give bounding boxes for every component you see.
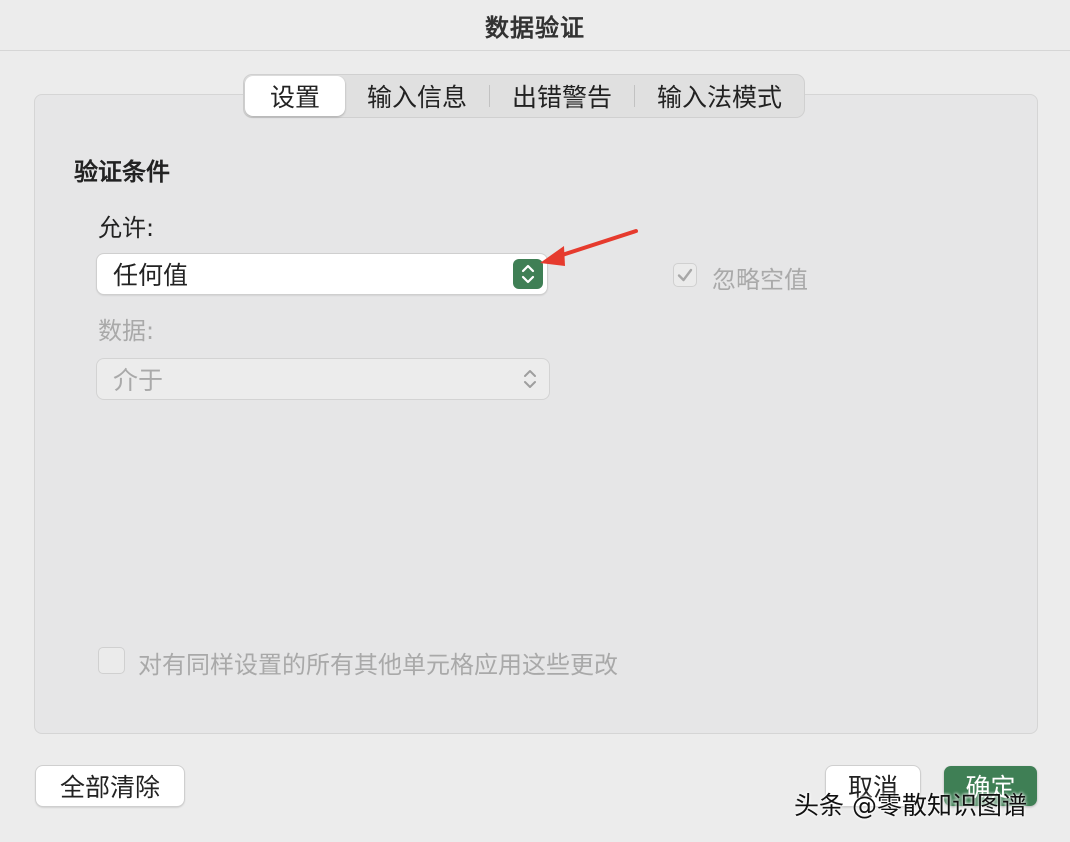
- clear-all-button[interactable]: 全部清除: [36, 766, 184, 806]
- apply-all-label: 对有同样设置的所有其他单元格应用这些更改: [138, 651, 618, 679]
- tab-input-message[interactable]: 输入信息: [345, 76, 489, 116]
- allow-label: 允许:: [98, 214, 155, 242]
- allow-select[interactable]: 任何值: [97, 254, 547, 294]
- tab-error-alert[interactable]: 出错警告: [490, 76, 634, 116]
- annotation-arrow: [540, 229, 638, 266]
- window-title: 数据验证: [0, 0, 1070, 51]
- allow-select-value: 任何值: [113, 261, 189, 290]
- tab-settings[interactable]: 设置: [245, 76, 346, 116]
- checkmark-icon: [677, 268, 693, 282]
- validation-criteria-heading: 验证条件: [74, 158, 170, 186]
- ignore-blank-label: 忽略空值: [712, 266, 808, 294]
- tab-input-method[interactable]: 输入法模式: [635, 76, 804, 116]
- ignore-blank-checkbox[interactable]: [673, 263, 697, 287]
- settings-panel: [34, 94, 1038, 734]
- data-select[interactable]: 介于: [97, 359, 549, 399]
- watermark: 头条 @零散知识图谱: [794, 791, 1027, 820]
- data-label: 数据:: [98, 317, 155, 345]
- data-select-value: 介于: [113, 366, 164, 395]
- select-stepper-icon: [515, 364, 545, 394]
- tab-bar: 设置 输入信息 出错警告 输入法模式: [243, 74, 806, 118]
- apply-all-checkbox[interactable]: [98, 647, 125, 674]
